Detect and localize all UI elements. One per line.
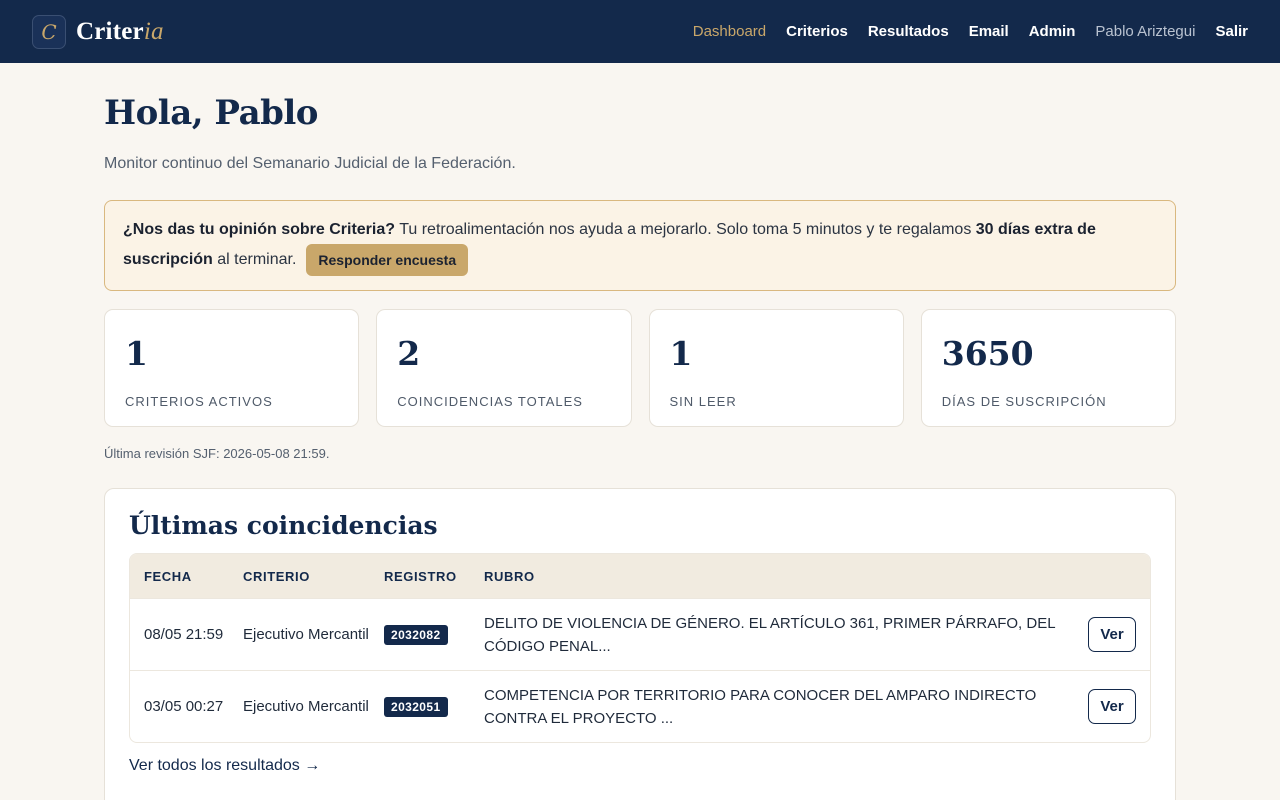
column-header-rubro: RUBRO [484,568,535,584]
survey-question: ¿Nos das tu opinión sobre Criteria? [123,221,396,238]
row-criterion: Ejecutivo Mercantil [243,698,369,715]
brand-name: Criteria [76,18,164,46]
stat-label: Sin leer [669,394,737,409]
row-registry-cell: 2032051 [384,696,484,717]
stat-label: Días de suscripción [941,394,1107,409]
table-row: 08/05 21:59 Ejecutivo Mercantil 2032082 … [130,598,1150,670]
stat-card-sin-leer: 1 Sin leer [648,309,904,427]
table-row: 03/05 00:27 Ejecutivo Mercantil 2032051 … [130,670,1150,742]
survey-banner: ¿Nos das tu opinión sobre Criteria? Tu r… [104,200,1176,291]
brand-name-accent: ia [143,17,164,45]
survey-text: Tu retroalimentación nos ayuda a mejorar… [395,221,976,238]
main-content: Hola, Pablo Monitor continuo del Semanar… [104,63,1176,800]
stat-value: 3650 [941,334,1034,373]
page-title: Hola, Pablo [104,93,318,133]
registry-badge: 2032051 [384,696,448,717]
stats-row: 1 Criterios activos 2 Coincidencias tota… [104,309,1176,427]
survey-suffix: al terminar. [212,251,297,269]
main-nav: Dashboard Criterios Resultados Email Adm… [693,23,1248,40]
column-header-registro: REGISTRO [384,568,457,584]
page-subtitle: Monitor continuo del Semanario Judicial … [104,155,516,172]
last-check-text: Última revisión SJF: 2026-05-08 21:59. [104,446,330,461]
column-header-fecha: FECHA [144,568,192,584]
survey-button[interactable]: Responder encuesta [306,244,469,276]
row-rubro: COMPETENCIA POR TERRITORIO PARA CONOCER … [484,686,1037,727]
brand-name-main: Criter [76,17,144,45]
row-date: 08/05 21:59 [144,626,224,643]
nav-email[interactable]: Email [969,23,1009,40]
stat-label: Coincidencias totales [397,394,583,409]
logout-link[interactable]: Salir [1215,23,1248,40]
section-title: Últimas coincidencias [129,511,438,540]
nav-resultados[interactable]: Resultados [868,23,949,40]
nav-criterios[interactable]: Criterios [786,23,848,40]
stat-value: 2 [397,334,421,373]
stat-value: 1 [669,334,693,373]
stat-card-coincidencias-totales: 2 Coincidencias totales [376,309,632,427]
registry-badge: 2032082 [384,624,448,645]
row-rubro: DELITO DE VIOLENCIA DE GÉNERO. EL ARTÍCU… [484,614,1055,655]
row-registry-cell: 2032082 [384,624,484,645]
column-header-criterio: CRITERIO [243,568,310,584]
stat-label: Criterios activos [125,394,273,409]
stat-value: 1 [125,334,148,373]
row-action-cell: Ver [1088,617,1150,652]
view-button[interactable]: Ver [1088,617,1136,652]
nav-dashboard[interactable]: Dashboard [693,23,766,40]
stat-card-criterios-activos: 1 Criterios activos [104,309,360,427]
view-button[interactable]: Ver [1088,689,1136,724]
row-date: 03/05 00:27 [144,698,224,715]
row-action-cell: Ver [1088,689,1150,724]
see-all-results-link[interactable]: Ver todos los resultados → [129,757,320,775]
table-header: FECHA CRITERIO REGISTRO RUBRO [130,554,1150,598]
latest-matches-panel: Últimas coincidencias FECHA CRITERIO REG… [104,488,1176,800]
user-name: Pablo Ariztegui [1095,23,1196,40]
nav-admin[interactable]: Admin [1029,23,1076,40]
stat-card-dias-suscripcion: 3650 Días de suscripción [920,309,1176,427]
matches-table: FECHA CRITERIO REGISTRO RUBRO 08/05 21:5… [129,553,1151,743]
top-navbar: C Criteria Dashboard Criterios Resultado… [0,0,1280,63]
logo-icon: C [32,14,66,49]
brand[interactable]: C Criteria [32,14,164,49]
row-criterion: Ejecutivo Mercantil [243,626,369,643]
